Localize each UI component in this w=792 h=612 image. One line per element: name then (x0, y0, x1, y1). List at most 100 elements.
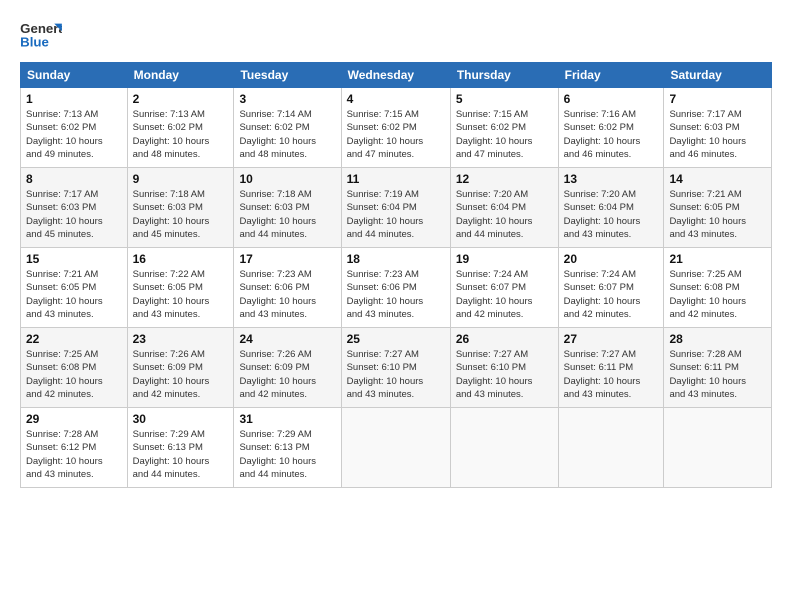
calendar-week-4: 22 Sunrise: 7:25 AM Sunset: 6:08 PM Dayli… (21, 328, 772, 408)
calendar-cell: 25 Sunrise: 7:27 AM Sunset: 6:10 PM Dayli… (341, 328, 450, 408)
day-number: 12 (456, 172, 553, 186)
day-info: Sunrise: 7:22 AM Sunset: 6:05 PM Dayligh… (133, 268, 229, 321)
day-number: 7 (669, 92, 766, 106)
weekday-tuesday: Tuesday (234, 63, 341, 88)
day-info: Sunrise: 7:23 AM Sunset: 6:06 PM Dayligh… (239, 268, 335, 321)
calendar-cell (558, 408, 664, 488)
day-number: 11 (347, 172, 445, 186)
day-info: Sunrise: 7:24 AM Sunset: 6:07 PM Dayligh… (564, 268, 659, 321)
day-info: Sunrise: 7:26 AM Sunset: 6:09 PM Dayligh… (133, 348, 229, 401)
calendar-cell: 8 Sunrise: 7:17 AM Sunset: 6:03 PM Daylig… (21, 168, 128, 248)
calendar-cell: 12 Sunrise: 7:20 AM Sunset: 6:04 PM Dayli… (450, 168, 558, 248)
svg-text:Blue: Blue (20, 34, 49, 49)
calendar-cell: 5 Sunrise: 7:15 AM Sunset: 6:02 PM Daylig… (450, 88, 558, 168)
day-number: 3 (239, 92, 335, 106)
day-info: Sunrise: 7:19 AM Sunset: 6:04 PM Dayligh… (347, 188, 445, 241)
day-number: 9 (133, 172, 229, 186)
day-info: Sunrise: 7:24 AM Sunset: 6:07 PM Dayligh… (456, 268, 553, 321)
page-header: General Blue (20, 18, 772, 54)
day-info: Sunrise: 7:21 AM Sunset: 6:05 PM Dayligh… (26, 268, 122, 321)
day-info: Sunrise: 7:15 AM Sunset: 6:02 PM Dayligh… (347, 108, 445, 161)
weekday-sunday: Sunday (21, 63, 128, 88)
day-info: Sunrise: 7:13 AM Sunset: 6:02 PM Dayligh… (133, 108, 229, 161)
calendar-cell: 11 Sunrise: 7:19 AM Sunset: 6:04 PM Dayli… (341, 168, 450, 248)
day-info: Sunrise: 7:29 AM Sunset: 6:13 PM Dayligh… (133, 428, 229, 481)
day-number: 22 (26, 332, 122, 346)
weekday-monday: Monday (127, 63, 234, 88)
day-info: Sunrise: 7:18 AM Sunset: 6:03 PM Dayligh… (239, 188, 335, 241)
day-info: Sunrise: 7:25 AM Sunset: 6:08 PM Dayligh… (669, 268, 766, 321)
calendar-cell: 30 Sunrise: 7:29 AM Sunset: 6:13 PM Dayli… (127, 408, 234, 488)
day-number: 6 (564, 92, 659, 106)
calendar-week-2: 8 Sunrise: 7:17 AM Sunset: 6:03 PM Daylig… (21, 168, 772, 248)
calendar-cell: 21 Sunrise: 7:25 AM Sunset: 6:08 PM Dayli… (664, 248, 772, 328)
day-info: Sunrise: 7:15 AM Sunset: 6:02 PM Dayligh… (456, 108, 553, 161)
calendar-cell: 24Sunrise: 7:26 AM Sunset: 6:09 PM Dayli… (234, 328, 341, 408)
calendar-cell: 20 Sunrise: 7:24 AM Sunset: 6:07 PM Dayli… (558, 248, 664, 328)
day-number: 16 (133, 252, 229, 266)
weekday-saturday: Saturday (664, 63, 772, 88)
calendar-cell: 10 Sunrise: 7:18 AM Sunset: 6:03 PM Dayli… (234, 168, 341, 248)
calendar-week-1: 1Sunrise: 7:13 AM Sunset: 6:02 PM Daylig… (21, 88, 772, 168)
day-info: Sunrise: 7:20 AM Sunset: 6:04 PM Dayligh… (456, 188, 553, 241)
day-number: 2 (133, 92, 229, 106)
day-number: 29 (26, 412, 122, 426)
day-info: Sunrise: 7:21 AM Sunset: 6:05 PM Dayligh… (669, 188, 766, 241)
day-info: Sunrise: 7:25 AM Sunset: 6:08 PM Dayligh… (26, 348, 122, 401)
day-number: 19 (456, 252, 553, 266)
calendar-cell: 7 Sunrise: 7:17 AM Sunset: 6:03 PM Daylig… (664, 88, 772, 168)
weekday-friday: Friday (558, 63, 664, 88)
calendar-cell: 18 Sunrise: 7:23 AM Sunset: 6:06 PM Dayli… (341, 248, 450, 328)
day-number: 10 (239, 172, 335, 186)
calendar-cell: 1Sunrise: 7:13 AM Sunset: 6:02 PM Daylig… (21, 88, 128, 168)
calendar-cell: 16 Sunrise: 7:22 AM Sunset: 6:05 PM Dayli… (127, 248, 234, 328)
day-info: Sunrise: 7:20 AM Sunset: 6:04 PM Dayligh… (564, 188, 659, 241)
day-number: 27 (564, 332, 659, 346)
calendar-cell: 29Sunrise: 7:28 AM Sunset: 6:12 PM Dayli… (21, 408, 128, 488)
day-info: Sunrise: 7:27 AM Sunset: 6:10 PM Dayligh… (347, 348, 445, 401)
day-info: Sunrise: 7:16 AM Sunset: 6:02 PM Dayligh… (564, 108, 659, 161)
weekday-header-row: SundayMondayTuesdayWednesdayThursdayFrid… (21, 63, 772, 88)
day-number: 15 (26, 252, 122, 266)
calendar-week-3: 15 Sunrise: 7:21 AM Sunset: 6:05 PM Dayli… (21, 248, 772, 328)
calendar-table: SundayMondayTuesdayWednesdayThursdayFrid… (20, 62, 772, 488)
calendar-cell: 9 Sunrise: 7:18 AM Sunset: 6:03 PM Daylig… (127, 168, 234, 248)
day-number: 21 (669, 252, 766, 266)
calendar-cell: 28 Sunrise: 7:28 AM Sunset: 6:11 PM Dayli… (664, 328, 772, 408)
calendar-cell: 6 Sunrise: 7:16 AM Sunset: 6:02 PM Daylig… (558, 88, 664, 168)
day-info: Sunrise: 7:17 AM Sunset: 6:03 PM Dayligh… (26, 188, 122, 241)
calendar-cell: 13 Sunrise: 7:20 AM Sunset: 6:04 PM Dayli… (558, 168, 664, 248)
day-number: 25 (347, 332, 445, 346)
day-info: Sunrise: 7:23 AM Sunset: 6:06 PM Dayligh… (347, 268, 445, 321)
calendar-cell: 23 Sunrise: 7:26 AM Sunset: 6:09 PM Dayli… (127, 328, 234, 408)
day-number: 18 (347, 252, 445, 266)
calendar-cell: 4 Sunrise: 7:15 AM Sunset: 6:02 PM Daylig… (341, 88, 450, 168)
day-number: 5 (456, 92, 553, 106)
day-number: 23 (133, 332, 229, 346)
day-info: Sunrise: 7:18 AM Sunset: 6:03 PM Dayligh… (133, 188, 229, 241)
day-number: 13 (564, 172, 659, 186)
day-number: 14 (669, 172, 766, 186)
day-number: 24 (239, 332, 335, 346)
day-info: Sunrise: 7:29 AM Sunset: 6:13 PM Dayligh… (239, 428, 335, 481)
day-number: 28 (669, 332, 766, 346)
day-number: 8 (26, 172, 122, 186)
day-info: Sunrise: 7:28 AM Sunset: 6:11 PM Dayligh… (669, 348, 766, 401)
calendar-cell: 27 Sunrise: 7:27 AM Sunset: 6:11 PM Dayli… (558, 328, 664, 408)
weekday-wednesday: Wednesday (341, 63, 450, 88)
calendar-cell: 19 Sunrise: 7:24 AM Sunset: 6:07 PM Dayli… (450, 248, 558, 328)
weekday-thursday: Thursday (450, 63, 558, 88)
calendar-cell: 2 Sunrise: 7:13 AM Sunset: 6:02 PM Daylig… (127, 88, 234, 168)
calendar-cell: 3Sunrise: 7:14 AM Sunset: 6:02 PM Daylig… (234, 88, 341, 168)
day-number: 30 (133, 412, 229, 426)
day-number: 20 (564, 252, 659, 266)
calendar-cell (341, 408, 450, 488)
day-number: 4 (347, 92, 445, 106)
day-info: Sunrise: 7:17 AM Sunset: 6:03 PM Dayligh… (669, 108, 766, 161)
calendar-cell: 26Sunrise: 7:27 AM Sunset: 6:10 PM Dayli… (450, 328, 558, 408)
day-info: Sunrise: 7:27 AM Sunset: 6:11 PM Dayligh… (564, 348, 659, 401)
calendar-cell: 31Sunrise: 7:29 AM Sunset: 6:13 PM Dayli… (234, 408, 341, 488)
calendar-cell (664, 408, 772, 488)
day-number: 26 (456, 332, 553, 346)
calendar-cell: 22 Sunrise: 7:25 AM Sunset: 6:08 PM Dayli… (21, 328, 128, 408)
